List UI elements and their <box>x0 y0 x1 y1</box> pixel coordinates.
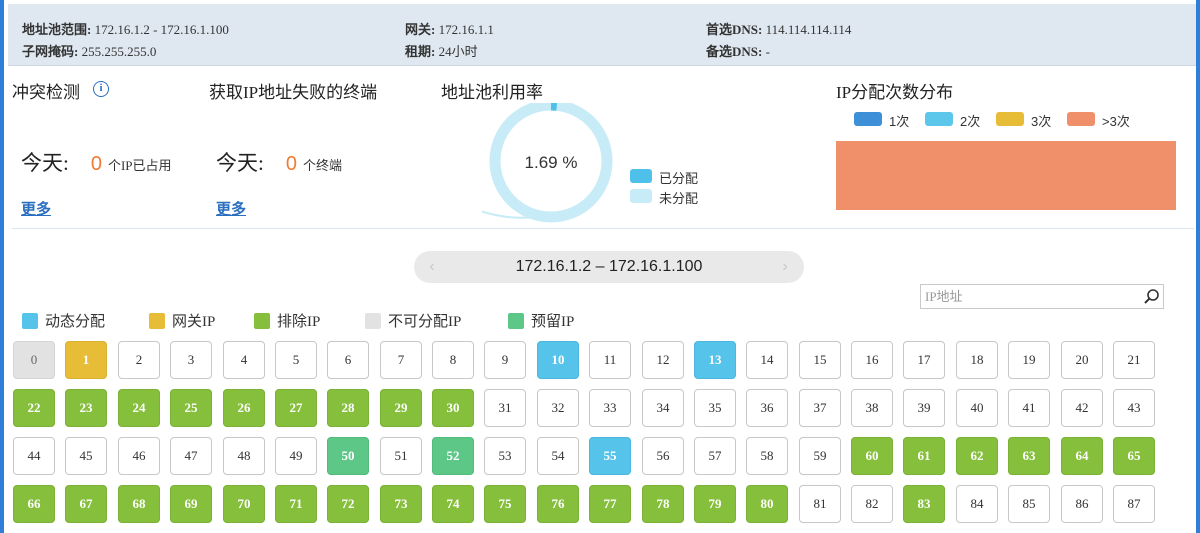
ip-cell[interactable]: 62 <box>956 437 998 475</box>
ip-cell[interactable]: 86 <box>1061 485 1103 523</box>
ip-cell[interactable]: 13 <box>694 341 736 379</box>
ip-grid: 0 1 2 3 4 5 6 7 8 9 10 11 12 13 14 15 16 17 18 19 20 21 22 23 24… <box>4 0 1196 533</box>
ip-cell[interactable]: 83 <box>903 485 945 523</box>
ip-cell[interactable]: 66 <box>13 485 55 523</box>
ip-cell[interactable]: 25 <box>170 389 212 427</box>
ip-cell[interactable]: 38 <box>851 389 893 427</box>
ip-cell[interactable]: 78 <box>642 485 684 523</box>
ip-cell[interactable]: 73 <box>380 485 422 523</box>
ip-cell[interactable]: 70 <box>223 485 265 523</box>
ip-cell[interactable]: 48 <box>223 437 265 475</box>
ip-cell[interactable]: 77 <box>589 485 631 523</box>
ip-cell[interactable]: 74 <box>432 485 474 523</box>
ip-cell[interactable]: 75 <box>484 485 526 523</box>
ip-cell[interactable]: 8 <box>432 341 474 379</box>
ip-cell[interactable]: 36 <box>746 389 788 427</box>
ip-cell[interactable]: 41 <box>1008 389 1050 427</box>
ip-cell[interactable]: 22 <box>13 389 55 427</box>
ip-cell[interactable]: 14 <box>746 341 788 379</box>
ip-cell[interactable]: 43 <box>1113 389 1155 427</box>
ip-cell[interactable]: 4 <box>223 341 265 379</box>
ip-cell[interactable]: 72 <box>327 485 369 523</box>
ip-cell[interactable]: 23 <box>65 389 107 427</box>
ip-cell[interactable]: 57 <box>694 437 736 475</box>
ip-cell[interactable]: 58 <box>746 437 788 475</box>
ip-cell[interactable]: 44 <box>13 437 55 475</box>
ip-cell[interactable]: 47 <box>170 437 212 475</box>
ip-cell[interactable]: 30 <box>432 389 474 427</box>
ip-cell[interactable]: 76 <box>537 485 579 523</box>
ip-cell[interactable]: 61 <box>903 437 945 475</box>
ip-cell[interactable]: 29 <box>380 389 422 427</box>
ip-cell[interactable]: 24 <box>118 389 160 427</box>
ip-cell[interactable]: 28 <box>327 389 369 427</box>
ip-cell[interactable]: 39 <box>903 389 945 427</box>
ip-cell[interactable]: 71 <box>275 485 317 523</box>
ip-cell[interactable]: 51 <box>380 437 422 475</box>
ip-cell[interactable]: 85 <box>1008 485 1050 523</box>
ip-cell[interactable]: 40 <box>956 389 998 427</box>
ip-cell[interactable]: 17 <box>903 341 945 379</box>
ip-cell[interactable]: 21 <box>1113 341 1155 379</box>
ip-cell[interactable]: 69 <box>170 485 212 523</box>
ip-cell[interactable]: 49 <box>275 437 317 475</box>
ip-cell[interactable]: 0 <box>13 341 55 379</box>
ip-cell[interactable]: 84 <box>956 485 998 523</box>
ip-cell[interactable]: 55 <box>589 437 631 475</box>
ip-cell[interactable]: 2 <box>118 341 160 379</box>
ip-cell[interactable]: 65 <box>1113 437 1155 475</box>
ip-cell[interactable]: 37 <box>799 389 841 427</box>
ip-cell[interactable]: 80 <box>746 485 788 523</box>
ip-cell[interactable]: 54 <box>537 437 579 475</box>
dhcp-dashboard: 地址池范围: 172.16.1.2 - 172.16.1.100 子网掩码: 2… <box>0 0 1200 533</box>
ip-cell[interactable]: 87 <box>1113 485 1155 523</box>
ip-cell[interactable]: 82 <box>851 485 893 523</box>
ip-cell[interactable]: 52 <box>432 437 474 475</box>
ip-cell[interactable]: 67 <box>65 485 107 523</box>
ip-cell[interactable]: 46 <box>118 437 160 475</box>
ip-cell[interactable]: 6 <box>327 341 369 379</box>
ip-cell[interactable]: 18 <box>956 341 998 379</box>
ip-cell[interactable]: 60 <box>851 437 893 475</box>
ip-cell[interactable]: 56 <box>642 437 684 475</box>
ip-cell[interactable]: 10 <box>537 341 579 379</box>
ip-cell[interactable]: 50 <box>327 437 369 475</box>
ip-cell[interactable]: 59 <box>799 437 841 475</box>
ip-cell[interactable]: 11 <box>589 341 631 379</box>
ip-cell[interactable]: 81 <box>799 485 841 523</box>
ip-cell[interactable]: 12 <box>642 341 684 379</box>
ip-cell[interactable]: 35 <box>694 389 736 427</box>
ip-cell[interactable]: 16 <box>851 341 893 379</box>
ip-cell[interactable]: 33 <box>589 389 631 427</box>
ip-cell[interactable]: 34 <box>642 389 684 427</box>
ip-cell[interactable]: 32 <box>537 389 579 427</box>
ip-cell[interactable]: 15 <box>799 341 841 379</box>
ip-cell[interactable]: 26 <box>223 389 265 427</box>
ip-cell[interactable]: 5 <box>275 341 317 379</box>
ip-cell[interactable]: 9 <box>484 341 526 379</box>
ip-cell[interactable]: 19 <box>1008 341 1050 379</box>
ip-cell[interactable]: 31 <box>484 389 526 427</box>
ip-cell[interactable]: 3 <box>170 341 212 379</box>
ip-cell[interactable]: 20 <box>1061 341 1103 379</box>
ip-cell[interactable]: 45 <box>65 437 107 475</box>
ip-cell[interactable]: 7 <box>380 341 422 379</box>
ip-cell[interactable]: 68 <box>118 485 160 523</box>
ip-cell[interactable]: 53 <box>484 437 526 475</box>
ip-cell[interactable]: 1 <box>65 341 107 379</box>
ip-cell[interactable]: 63 <box>1008 437 1050 475</box>
ip-cell[interactable]: 64 <box>1061 437 1103 475</box>
ip-cell[interactable]: 42 <box>1061 389 1103 427</box>
ip-cell[interactable]: 79 <box>694 485 736 523</box>
ip-cell[interactable]: 27 <box>275 389 317 427</box>
